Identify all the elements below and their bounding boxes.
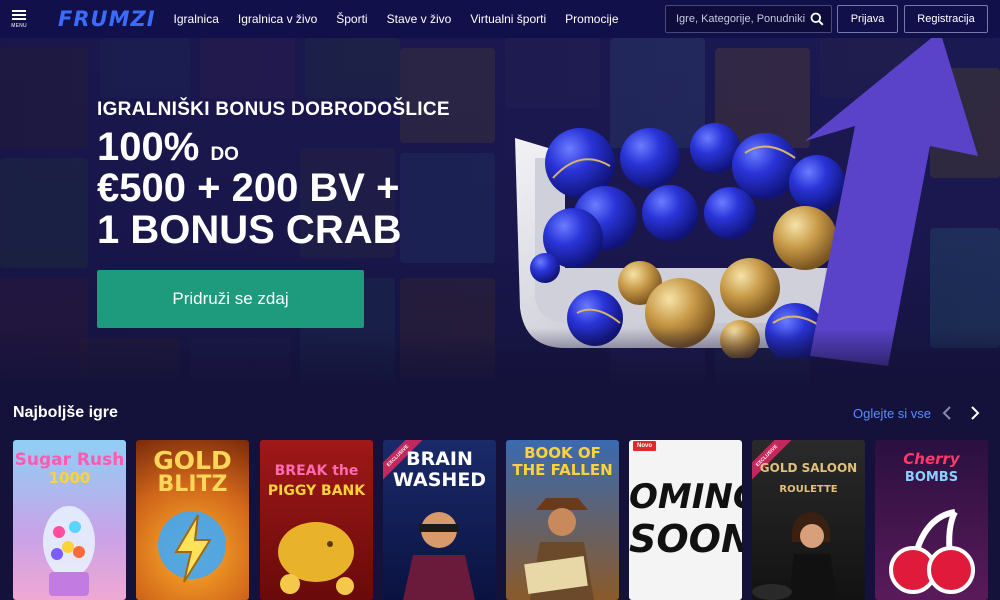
game-subtitle: BLITZ xyxy=(157,472,228,497)
cherries-icon xyxy=(889,509,975,594)
game-title: OMING xyxy=(629,477,742,517)
bonus-headline-line-2: €500 + 200 BV + xyxy=(97,166,400,210)
nav-item-live-betting[interactable]: Stave v živo xyxy=(387,12,452,26)
game-subtitle: THE FALLEN xyxy=(512,461,613,479)
game-title: GOLD SALOON xyxy=(759,461,858,475)
chevron-left-icon xyxy=(942,406,951,420)
game-card-brain-washed[interactable]: EXCLUSIVE BRAIN WASHED xyxy=(383,440,496,600)
game-title: BOOK OF xyxy=(524,444,601,462)
join-now-button[interactable]: Pridruži se zdaj xyxy=(97,270,364,328)
main-nav: Igralnica Igralnica v živo Športi Stave … xyxy=(174,12,638,26)
game-card-book-of-the-fallen[interactable]: BOOK OF THE FALLEN xyxy=(506,440,619,600)
search-icon[interactable] xyxy=(810,12,824,26)
games-carousel: Sugar Rush 1000 GOLD BLITZ BREAK the PIG… xyxy=(13,440,1000,600)
carousel-prev-button[interactable] xyxy=(937,402,957,424)
game-title: BRAIN xyxy=(406,448,473,470)
game-subtitle: WASHED xyxy=(392,469,487,491)
game-card-coming-soon[interactable]: Novo OMING SOON xyxy=(629,440,742,600)
nav-item-live-casino[interactable]: Igralnica v živo xyxy=(238,12,317,26)
nav-item-virtual-sports[interactable]: Virtualni športi xyxy=(470,12,546,26)
register-pointer-arrow xyxy=(805,38,978,366)
character-image xyxy=(403,512,475,600)
nav-item-sports[interactable]: Športi xyxy=(336,12,367,26)
register-button[interactable]: Registracija xyxy=(904,5,988,33)
chevron-right-icon xyxy=(971,406,980,420)
piggy-bank-image xyxy=(278,522,354,595)
search-box xyxy=(665,5,832,33)
game-subtitle: SOON xyxy=(629,517,742,561)
game-card-sugar-rush[interactable]: Sugar Rush 1000 xyxy=(13,440,126,600)
game-card-cherry-bombs[interactable]: Cherry BOMBS xyxy=(875,440,988,600)
game-title: BREAK the xyxy=(274,463,359,479)
carousel-next-button[interactable] xyxy=(965,402,985,424)
bonus-percent: 100% xyxy=(97,125,200,169)
lightning-icon xyxy=(158,511,226,583)
candy-machine-image xyxy=(43,506,95,596)
menu-label: MENU xyxy=(11,22,27,29)
bonus-headline-line-3: 1 BONUS CRAB xyxy=(97,208,402,252)
hamburger-icon xyxy=(12,9,26,20)
logo-text: FRUMZI xyxy=(58,7,156,31)
game-title: GOLD xyxy=(153,446,232,475)
game-subtitle: 1000 xyxy=(48,469,91,487)
see-all-link[interactable]: Oglejte si vse xyxy=(853,406,931,421)
login-button[interactable]: Prijava xyxy=(837,5,898,33)
game-subtitle: PIGGY BANK xyxy=(267,483,366,499)
game-title: Sugar Rush xyxy=(14,450,125,470)
game-title: Cherry xyxy=(903,450,960,468)
adventurer-image xyxy=(524,498,594,600)
game-card-gold-saloon-roulette[interactable]: EXCLUSIVE GOLD SALOON ROULETTE xyxy=(752,440,865,600)
bonus-up-to: DO xyxy=(210,144,239,165)
search-input[interactable] xyxy=(666,13,806,25)
nav-item-casino[interactable]: Igralnica xyxy=(174,12,219,26)
menu-button[interactable]: MENU xyxy=(0,0,38,38)
section-title-top-games: Najboljše igre xyxy=(13,404,118,421)
top-header: MENU FRUMZI Igralnica Igralnica v živo Š… xyxy=(0,0,1000,38)
game-card-gold-blitz[interactable]: GOLD BLITZ xyxy=(136,440,249,600)
bonus-subtitle: IGRALNIŠKI BONUS DOBRODOŠLICE xyxy=(97,99,450,120)
game-subtitle: BOMBS xyxy=(904,470,959,485)
site-logo[interactable]: FRUMZI xyxy=(58,7,156,31)
new-badge: Novo xyxy=(633,441,656,451)
game-subtitle: ROULETTE xyxy=(779,484,838,495)
nav-item-promotions[interactable]: Promocije xyxy=(565,12,618,26)
hero-banner: IGRALNIŠKI BONUS DOBRODOŠLICE 100% DO €5… xyxy=(0,38,1000,388)
game-card-break-the-piggy-bank[interactable]: BREAK the PIGGY BANK xyxy=(260,440,373,600)
dealer-image xyxy=(752,512,838,600)
hero-fade xyxy=(0,328,1000,388)
